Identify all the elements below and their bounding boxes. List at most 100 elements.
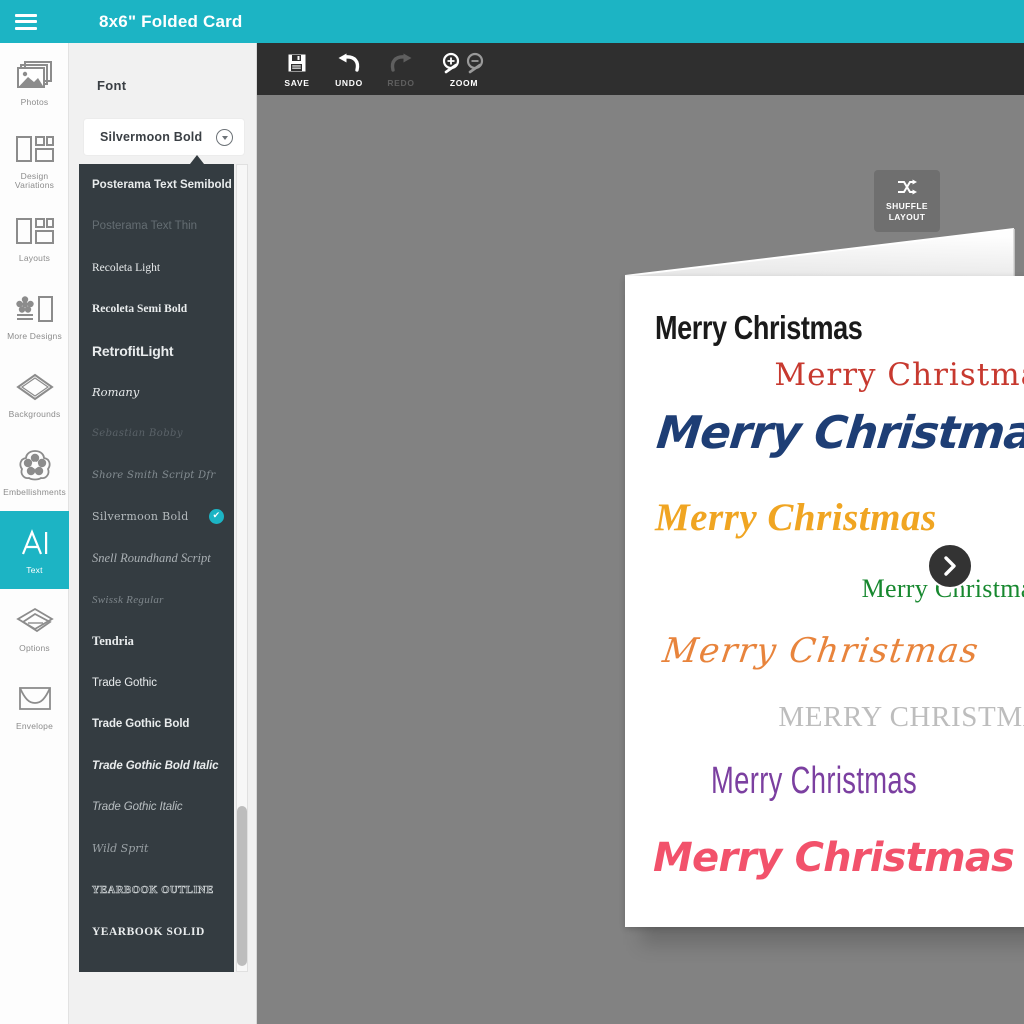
greeting-text[interactable]: Merry Christmas — [655, 410, 1024, 455]
greeting-text[interactable]: Merry Christmas — [774, 360, 1024, 391]
more-designs-icon — [15, 290, 55, 328]
embellishments-flower-icon — [17, 446, 53, 484]
redo-button: REDO — [375, 43, 427, 95]
shuffle-layout-button[interactable]: SHUFFLE LAYOUT — [874, 170, 940, 232]
save-floppy-icon — [287, 51, 307, 75]
greeting-text[interactable]: Merry Christmas — [655, 311, 862, 344]
font-option-11[interactable]: Tendria — [79, 621, 234, 663]
sidebar-item-layouts[interactable]: Layouts — [0, 199, 69, 277]
font-option-label: Snell Roundhand Script — [92, 551, 211, 566]
sidebar-item-label: Layouts — [19, 254, 50, 263]
check-icon: ✔ — [209, 509, 224, 524]
font-option-13[interactable]: Trade Gothic Bold — [79, 704, 234, 746]
shuffle-label-line2: LAYOUT — [889, 212, 926, 223]
font-option-15[interactable]: Trade Gothic Italic — [79, 787, 234, 829]
sidebar-item-photos[interactable]: Photos — [0, 43, 69, 121]
design-variations-icon — [15, 130, 55, 168]
chevron-right-icon — [927, 543, 973, 589]
font-option-1[interactable]: Posterama Text Thin — [79, 206, 234, 248]
canvas-toolbar: SAVE UNDO REDO — [257, 43, 1024, 95]
font-option-12[interactable]: Trade Gothic — [79, 662, 234, 704]
font-option-label: Sebastian Bobby — [92, 428, 183, 439]
sidebar-item-label: Backgrounds — [9, 410, 61, 419]
font-option-3[interactable]: Recoleta Semi Bold — [79, 289, 234, 331]
sidebar-item-label: Text — [26, 566, 42, 575]
font-option-label: Posterama Text Semibold — [92, 179, 232, 191]
font-option-4[interactable]: RetrofitLight — [79, 330, 234, 372]
font-option-label: Trade Gothic Bold Italic — [92, 760, 218, 772]
layouts-icon — [15, 212, 55, 250]
left-icon-rail: Photos Design Variations — [0, 43, 69, 1024]
font-option-16[interactable]: Wild Sprit — [79, 828, 234, 870]
envelope-icon — [16, 680, 54, 718]
font-option-5[interactable]: Romany — [79, 372, 234, 414]
sidebar-item-backgrounds[interactable]: Backgrounds — [0, 355, 69, 433]
font-option-6[interactable]: Sebastian Bobby — [79, 413, 234, 455]
greeting-text[interactable]: MERRY CHRISTMAS — [778, 703, 1024, 732]
greeting-text[interactable]: Merry Christmas — [661, 634, 982, 668]
font-option-label: Trade Gothic Bold — [92, 718, 189, 730]
greeting-text[interactable]: Merry Christmas — [653, 838, 1014, 878]
options-icon — [15, 602, 55, 640]
greeting-text[interactable]: Merry Christmas — [655, 498, 937, 537]
font-option-label: Tendria — [92, 634, 134, 649]
font-select-value: Silvermoon Bold — [100, 130, 202, 144]
sidebar-item-text[interactable]: Text — [0, 511, 69, 589]
sidebar-item-label: Photos — [21, 98, 49, 107]
font-option-label: Shore Smith Script Dfr — [92, 470, 216, 481]
font-dropdown: Posterama Text Semibold Posterama Text Th… — [79, 164, 234, 972]
font-option-label: Trade Gothic Italic — [92, 801, 183, 813]
sidebar-item-envelope[interactable]: Envelope — [0, 667, 69, 745]
font-option-label: Recoleta Light — [92, 262, 160, 274]
font-option-label: Swissk Regular — [92, 594, 164, 606]
top-bar: 8x6" Folded Card — [0, 0, 1024, 43]
font-option-label: Wild Sprit — [92, 842, 148, 855]
undo-arrow-icon — [337, 51, 361, 75]
font-select[interactable]: Silvermoon Bold — [84, 119, 244, 155]
sidebar-item-label: Envelope — [16, 722, 53, 731]
font-option-label: Trade Gothic — [92, 677, 157, 689]
dropdown-scrollbar-thumb[interactable] — [237, 806, 247, 966]
sidebar-item-label: Options — [19, 644, 50, 653]
canvas-area: SAVE UNDO REDO — [257, 43, 1024, 1024]
card-editor-app: 8x6" Folded Card Photos — [0, 0, 1024, 1024]
sidebar-item-label: Design Variations — [0, 172, 69, 191]
photos-icon — [16, 56, 54, 94]
sidebar-item-label: More Designs — [7, 332, 62, 341]
font-option-2[interactable]: Recoleta Light — [79, 247, 234, 289]
font-option-7[interactable]: Shore Smith Script Dfr — [79, 455, 234, 497]
chevron-down-circle-icon[interactable] — [216, 129, 233, 146]
font-option-8[interactable]: Silvermoon Bold✔ — [79, 496, 234, 538]
sidebar-item-embellishments[interactable]: Embellishments — [0, 433, 69, 511]
font-option-10[interactable]: Swissk Regular — [79, 579, 234, 621]
font-option-9[interactable]: Snell Roundhand Script — [79, 538, 234, 580]
tool-label: REDO — [387, 78, 414, 88]
sidebar-item-design-variations[interactable]: Design Variations — [0, 121, 69, 199]
sidebar-item-more-designs[interactable]: More Designs — [0, 277, 69, 355]
inside-label-line2: CARD — [934, 621, 966, 635]
font-option-17[interactable]: YEARBOOK OUTLINE — [79, 870, 234, 912]
sidebar-item-options[interactable]: Options — [0, 589, 69, 667]
card-fold-flap — [625, 219, 1017, 279]
font-option-label: YEARBOOK OUTLINE — [92, 885, 214, 896]
panel-title: Font — [97, 78, 126, 93]
dropdown-pointer — [190, 155, 204, 164]
font-option-label: Recoleta Semi Bold — [92, 303, 187, 315]
font-option-0[interactable]: Posterama Text Semibold — [79, 164, 234, 206]
font-option-18[interactable]: YEARBOOK SOLID — [79, 911, 234, 953]
redo-arrow-icon — [389, 51, 413, 75]
inside-label-line1: INSIDE OF — [922, 598, 978, 612]
backgrounds-diamond-icon — [15, 368, 55, 406]
undo-button[interactable]: UNDO — [323, 43, 375, 95]
greeting-text[interactable]: Merry Christmas — [711, 762, 917, 800]
font-option-label: Posterama Text Thin — [92, 220, 197, 232]
font-option-14[interactable]: Trade Gothic Bold Italic — [79, 745, 234, 787]
font-option-label: Romany — [92, 385, 139, 399]
inside-of-card-button[interactable]: INSIDE OF CARD — [885, 543, 1015, 635]
tool-label: UNDO — [335, 78, 363, 88]
sidebar-item-label: Embellishments — [3, 488, 66, 497]
zoom-control[interactable]: ZOOM — [427, 43, 501, 95]
save-button[interactable]: SAVE — [271, 43, 323, 95]
tool-label: SAVE — [284, 78, 309, 88]
hamburger-menu-icon[interactable] — [15, 14, 37, 30]
